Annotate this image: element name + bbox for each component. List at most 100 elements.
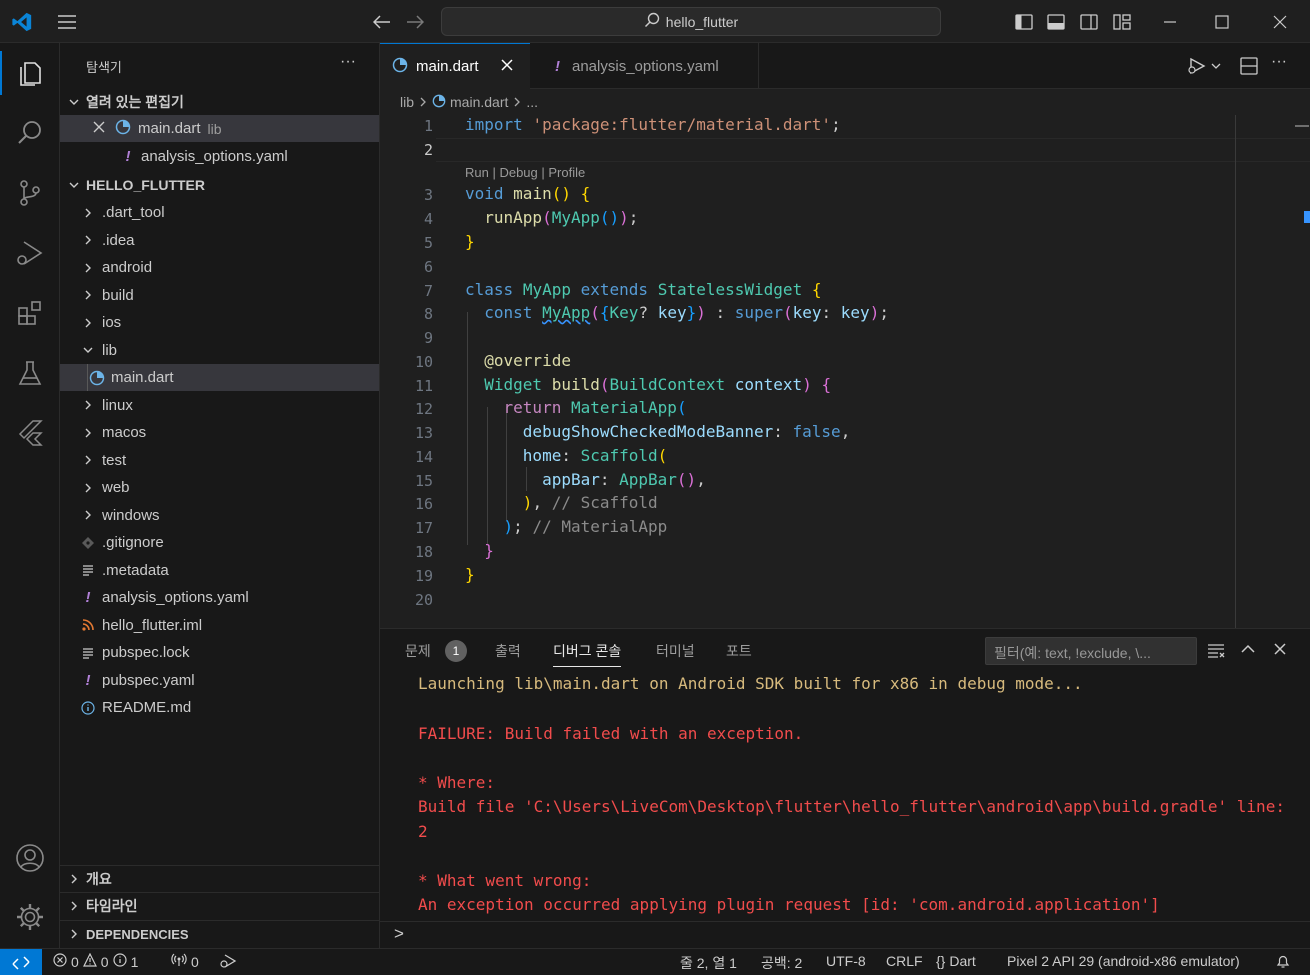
source-control-icon[interactable] — [0, 165, 60, 221]
tab-output[interactable]: 출력 — [495, 641, 521, 661]
flutter-icon[interactable] — [0, 405, 60, 461]
tree-folder[interactable]: macos — [60, 419, 379, 446]
menu-icon[interactable] — [55, 10, 79, 34]
tree-file[interactable]: README.md — [60, 694, 379, 721]
console-line: * What went wrong: — [418, 871, 592, 890]
line-number: 18 — [414, 543, 433, 561]
tree-file[interactable]: ! pubspec.yaml — [60, 667, 379, 694]
chevron-right-icon — [66, 898, 82, 914]
close-icon[interactable] — [1268, 10, 1292, 34]
tab-terminal[interactable]: 터미널 — [656, 641, 695, 661]
chevron-down-icon — [66, 94, 82, 110]
tree-folder[interactable]: .dart_tool — [60, 199, 379, 226]
outline-section-header[interactable]: 개요 — [60, 865, 379, 892]
tab-label: main.dart — [416, 58, 479, 75]
minimize-icon[interactable] — [1158, 10, 1182, 34]
debug-status-icon[interactable] — [219, 953, 237, 969]
device-selector[interactable]: Pixel 2 API 29 (android-x86 emulator) — [1007, 953, 1240, 969]
breadcrumb-item[interactable]: ... — [526, 94, 538, 110]
tree-folder[interactable]: lib — [60, 337, 379, 364]
tab-debug-console[interactable]: 디버그 콘솔 — [553, 641, 622, 667]
close-editor-icon[interactable] — [93, 120, 105, 137]
ports-count: 0 — [191, 953, 199, 970]
tree-item-label: pubspec.lock — [102, 644, 190, 661]
encoding[interactable]: UTF-8 — [826, 953, 866, 969]
toggle-secondary-sidebar-icon[interactable] — [1077, 10, 1101, 34]
problems-status[interactable]: 0 0 1 — [53, 952, 138, 970]
line-number: 15 — [414, 472, 433, 490]
tab-main-dart[interactable]: main.dart — [380, 43, 530, 89]
toggle-sidebar-icon[interactable] — [1012, 10, 1036, 34]
cursor-position[interactable]: 줄 2, 열 1 — [680, 953, 737, 973]
code-line: import 'package:flutter/material.dart'; — [465, 115, 841, 134]
tree-folder[interactable]: build — [60, 282, 379, 309]
tree-folder[interactable]: linux — [60, 392, 379, 419]
back-arrow-icon[interactable] — [370, 10, 394, 34]
timeline-section-header[interactable]: 타임라인 — [60, 892, 379, 919]
clear-console-icon[interactable] — [1207, 642, 1225, 661]
chevron-right-icon — [80, 205, 96, 221]
tree-file[interactable]: main.dart — [60, 364, 379, 391]
explorer-icon[interactable] — [0, 45, 60, 101]
split-editor-icon[interactable] — [1240, 57, 1258, 78]
run-debug-dropdown-icon[interactable] — [1186, 56, 1222, 79]
open-editors-header[interactable]: 열려 있는 편집기 — [60, 88, 379, 115]
remote-indicator[interactable] — [0, 949, 42, 975]
tree-folder[interactable]: android — [60, 254, 379, 281]
bottom-panel: 문제 1 출력 디버그 콘솔 터미널 포트 필터(예: text, !exclu… — [380, 628, 1310, 948]
open-editor-item[interactable]: main.dart lib — [60, 115, 379, 142]
debug-console-input[interactable]: > — [380, 921, 1310, 948]
testing-icon[interactable] — [0, 345, 60, 401]
indentation[interactable]: 공백: 2 — [761, 953, 802, 973]
tree-folder[interactable]: test — [60, 447, 379, 474]
warning-count: 0 — [100, 953, 109, 970]
forward-arrow-icon[interactable] — [403, 10, 427, 34]
ports-status[interactable]: 0 — [171, 953, 199, 970]
breadcrumb-item[interactable]: main.dart — [450, 94, 508, 110]
language-mode[interactable]: {} Dart — [936, 953, 976, 969]
filter-input[interactable]: 필터(예: text, !exclude, \... — [985, 637, 1197, 665]
tree-folder[interactable]: ios — [60, 309, 379, 336]
close-panel-icon[interactable] — [1274, 643, 1286, 658]
more-actions-button[interactable]: ··· — [340, 53, 356, 71]
end-of-line[interactable]: CRLF — [886, 953, 923, 969]
tab-problems[interactable]: 문제 — [405, 641, 431, 661]
run-debug-icon[interactable] — [0, 225, 60, 281]
line-number: 9 — [423, 329, 433, 347]
chevron-right-icon — [80, 507, 96, 523]
more-actions-icon[interactable]: ··· — [1271, 53, 1287, 71]
settings-gear-icon[interactable] — [0, 889, 60, 945]
tree-file[interactable]: .gitignore — [60, 529, 379, 556]
status-bar: 0 0 1 0 줄 2, 열 1 공백: 2 UTF-8 CRLF {} Dar… — [0, 948, 1310, 975]
tree-indent-guide — [87, 364, 88, 391]
tree-file[interactable]: pubspec.lock — [60, 639, 379, 666]
tree-folder[interactable]: windows — [60, 502, 379, 529]
breadcrumb-item[interactable]: lib — [400, 94, 414, 110]
notifications-bell-icon[interactable] — [1275, 953, 1291, 969]
tab-ports[interactable]: 포트 — [726, 641, 752, 661]
maximize-panel-icon[interactable] — [1241, 643, 1255, 658]
account-icon[interactable] — [0, 830, 60, 886]
command-center-search[interactable]: hello_flutter — [441, 7, 941, 36]
project-header[interactable]: HELLO_FLUTTER — [60, 171, 379, 198]
toggle-panel-icon[interactable] — [1044, 10, 1068, 34]
tree-file[interactable]: ! analysis_options.yaml — [60, 584, 379, 611]
tab-analysis-options[interactable]: ! analysis_options.yaml — [531, 43, 759, 89]
maximize-icon[interactable] — [1210, 10, 1234, 34]
tree-folder[interactable]: .idea — [60, 227, 379, 254]
code-editor[interactable]: Run | Debug | Profile import 'package:fl… — [380, 115, 1310, 628]
codelens-run-debug-profile[interactable]: Run | Debug | Profile — [465, 165, 585, 180]
dart-file-icon — [89, 370, 105, 386]
search-icon[interactable] — [0, 105, 60, 161]
chevron-right-icon — [66, 871, 82, 887]
tree-item-label: windows — [102, 506, 160, 524]
tree-folder[interactable]: web — [60, 474, 379, 501]
close-tab-icon[interactable] — [501, 58, 513, 75]
dependencies-section-header[interactable]: DEPENDENCIES — [60, 920, 379, 947]
tree-file[interactable]: hello_flutter.iml — [60, 612, 379, 639]
open-editor-item[interactable]: ! analysis_options.yaml — [60, 143, 379, 170]
tree-file[interactable]: .metadata — [60, 557, 379, 584]
customize-layout-icon[interactable] — [1110, 10, 1134, 34]
chevron-right-icon — [66, 926, 82, 942]
extensions-icon[interactable] — [0, 285, 60, 341]
